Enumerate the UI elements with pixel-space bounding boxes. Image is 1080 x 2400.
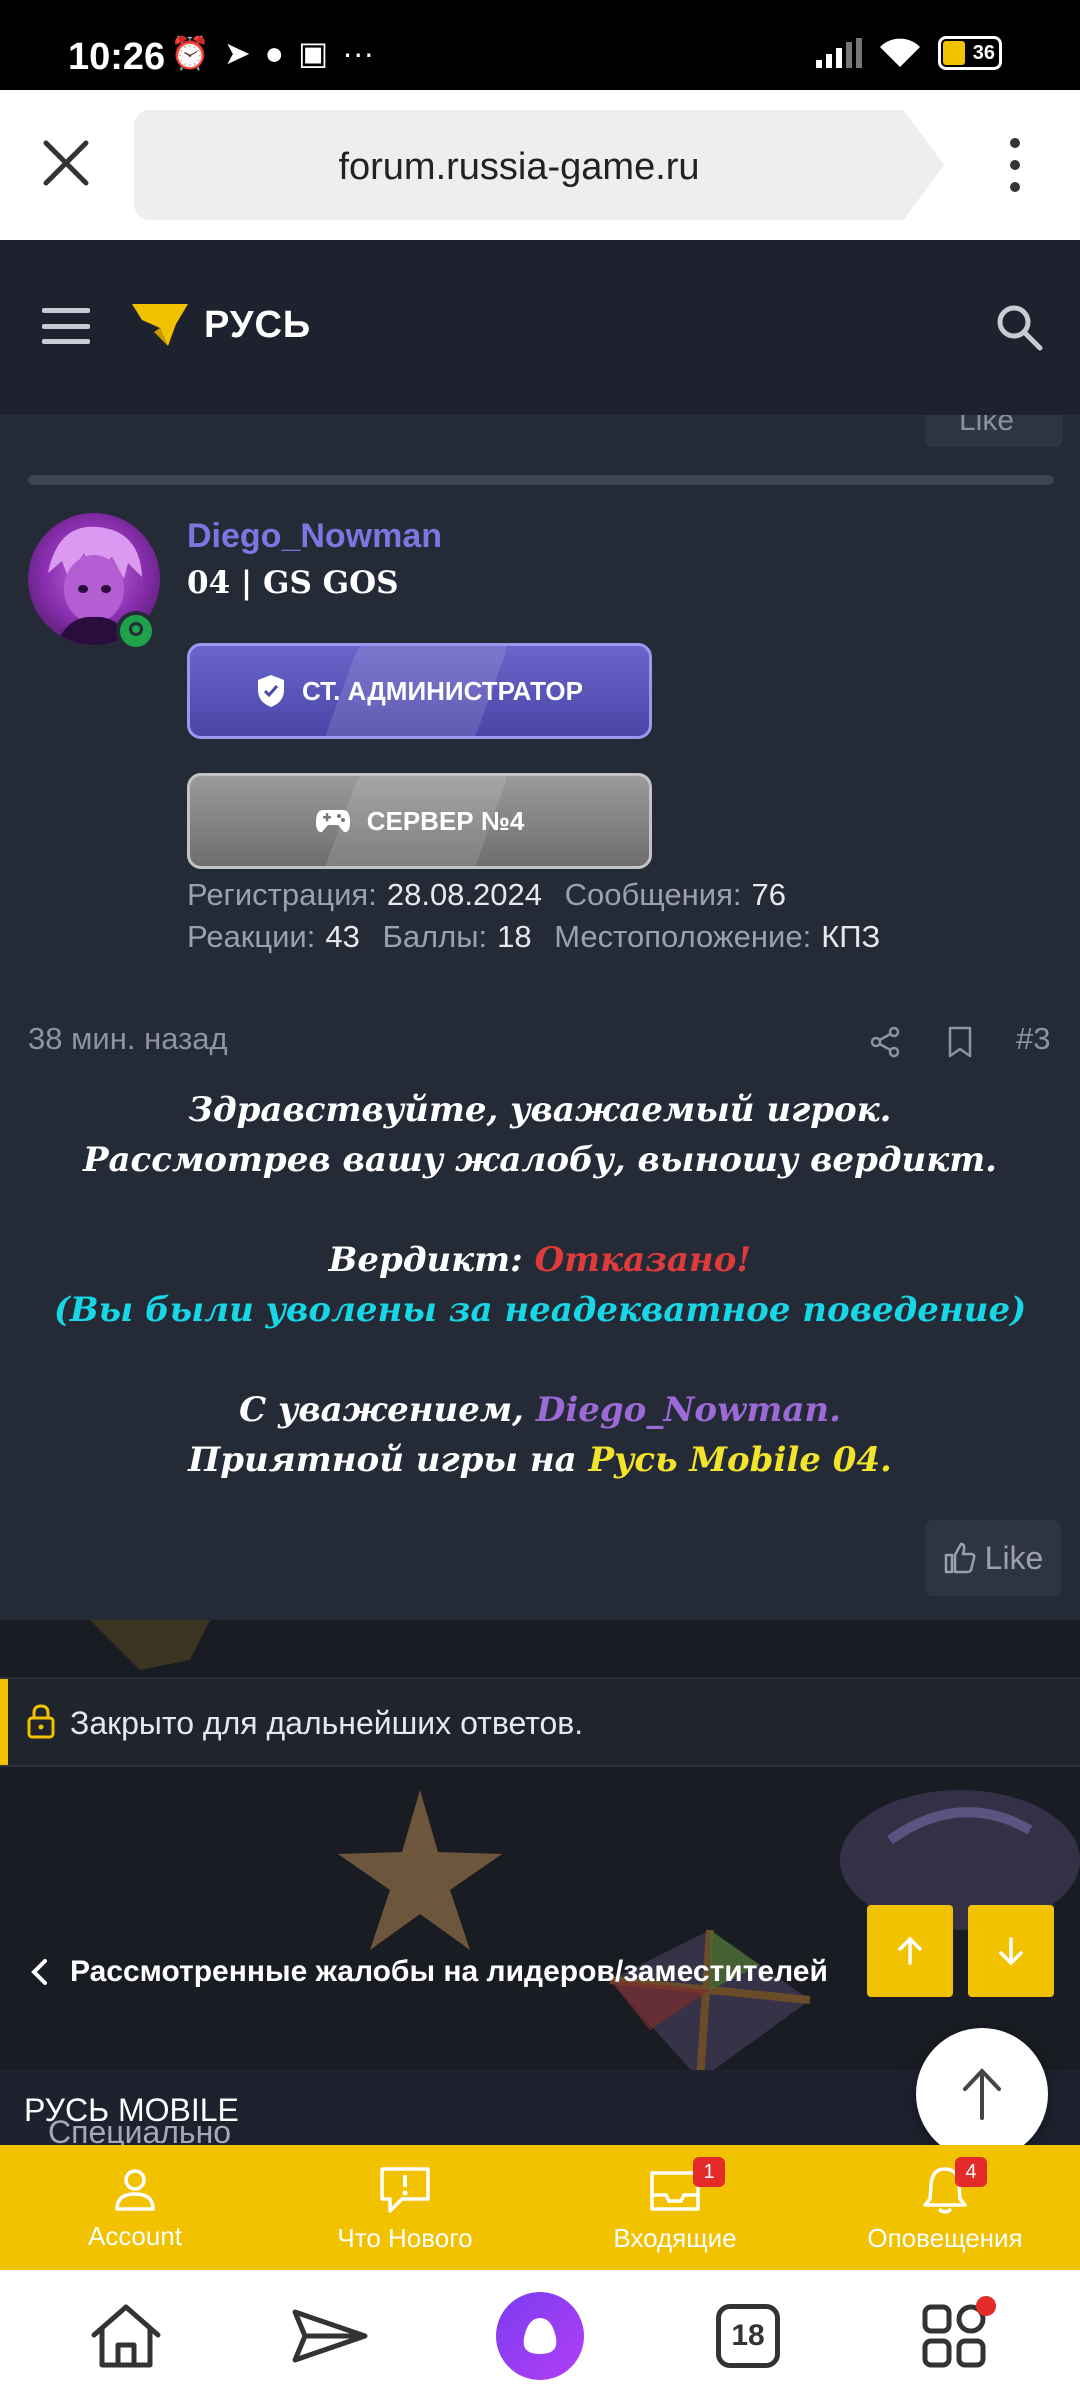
page-background: Закрыто для дальнейших ответов. Рассмотр… <box>0 1620 1080 2070</box>
post-card: Like Diego_Nowman 04 | GS GOS СТ. АДМИНИ… <box>0 415 1080 1620</box>
site-logo[interactable]: РУСЬ <box>132 302 311 348</box>
post-message: Здравствуйте, уважаемый игрок. Рассмотре… <box>30 1085 1050 1485</box>
paper-plane-icon <box>292 2309 368 2363</box>
menu-icon[interactable] <box>42 308 90 344</box>
site-header: РУСЬ <box>0 240 1080 415</box>
signal-icon <box>816 38 862 68</box>
messenger-icon: ▣ <box>297 35 329 71</box>
scroll-up-button[interactable] <box>867 1905 953 1997</box>
battery-indicator: 36 <box>938 36 1002 70</box>
user-stats-row-1: Регистрация: 28.08.2024 Сообщения: 76 <box>187 877 786 912</box>
tabs-button[interactable]: 18 <box>708 2296 788 2376</box>
send-button[interactable] <box>290 2296 370 2376</box>
forum-tab-bar: Account Что Нового 1 Входящие 4 Оповещен… <box>0 2145 1080 2270</box>
home-button[interactable] <box>86 2296 166 2376</box>
gamepad-icon <box>315 810 350 833</box>
wifi-icon <box>880 38 920 67</box>
user-title: 04 | GS GOS <box>187 565 399 601</box>
server-banner: СЕРВЕР №4 <box>187 773 652 869</box>
thread-closed-text: Закрыто для дальнейших ответов. <box>70 1705 584 1741</box>
clock: 10:26 <box>68 36 166 78</box>
browser-nav-bar: 18 <box>0 2270 1080 2400</box>
scroll-down-button[interactable] <box>968 1905 1054 1997</box>
kite-decoration <box>609 1929 811 2070</box>
previous-post-like-button[interactable]: Like <box>925 415 1063 447</box>
message-regards: С уважением, Diego_Nowman. <box>239 1390 841 1430</box>
system-icons: 36 <box>816 36 1002 70</box>
status-bar: 10:26 ⏰ ➤ ● ▣ ··· 36 <box>0 0 1080 90</box>
services-notification-dot <box>976 2296 996 2316</box>
address-bar[interactable]: forum.russia-game.ru <box>134 110 944 220</box>
role-banner: СТ. АДМИНИСТРАТОР <box>187 643 652 739</box>
tab-label: Account <box>88 2221 182 2251</box>
post-number[interactable]: #3 <box>1016 1021 1050 1057</box>
thread-closed-notice: Закрыто для дальнейших ответов. <box>0 1677 1080 1767</box>
tab-label: Оповещения <box>867 2223 1023 2253</box>
close-icon[interactable] <box>38 135 94 191</box>
more-notifications-icon: ··· <box>342 34 375 71</box>
screen: 10:26 ⏰ ➤ ● ▣ ··· 36 forum.russia-game.r… <box>0 0 1080 2400</box>
browser-toolbar: forum.russia-game.ru <box>0 90 1080 240</box>
alarm-icon: ⏰ <box>170 35 210 71</box>
footer-text: Специально для РУСЬ MOBILE <box>24 2092 239 2187</box>
share-icon[interactable] <box>868 1025 902 1059</box>
telegram-icon: ➤ <box>223 35 251 71</box>
bookmark-icon[interactable] <box>944 1025 976 1059</box>
post-divider <box>28 475 1054 485</box>
like-button[interactable]: Like <box>925 1520 1061 1596</box>
logo-text: РУСЬ <box>204 303 312 346</box>
tab-account[interactable]: Account <box>0 2145 270 2270</box>
starfish-decoration <box>338 1790 502 1950</box>
lock-icon <box>27 1704 55 1739</box>
home-icon <box>91 2304 161 2368</box>
user-icon <box>115 2169 155 2211</box>
message-intro: Рассмотрев вашу жалобу, выношу вердикт. <box>82 1140 998 1180</box>
url-text: forum.russia-game.ru <box>338 146 700 188</box>
online-status-icon <box>116 611 156 651</box>
alert-bubble-icon <box>380 2167 430 2213</box>
post-author[interactable]: Diego_Nowman <box>187 517 442 556</box>
message-reason: (Вы были уволены за неадекватное поведен… <box>53 1290 1027 1330</box>
arrow-down-icon <box>999 1937 1023 1966</box>
notifications-badge: 4 <box>955 2157 987 2187</box>
server-banner-label: СЕРВЕР №4 <box>366 805 525 836</box>
inbox-badge: 1 <box>693 2157 725 2187</box>
like-label: Like <box>984 1539 1044 1576</box>
message-greeting: Здравствуйте, уважаемый игрок. <box>188 1090 892 1130</box>
app-icon: ● <box>264 34 284 71</box>
tab-label: Входящие <box>613 2223 737 2253</box>
chevron-left-icon <box>31 1959 47 1985</box>
decorative-logo-shape <box>90 1620 210 1670</box>
role-banner-label: СТ. АДМИНИСТРАТОР <box>302 675 583 706</box>
breadcrumb[interactable]: Рассмотренные жалобы на лидеров/заместит… <box>30 1955 828 1989</box>
arrow-up-icon <box>963 2068 1001 2120</box>
tab-notifications[interactable]: 4 Оповещения <box>810 2145 1080 2270</box>
grid-icon <box>922 2304 986 2368</box>
breadcrumb-label: Рассмотренные жалобы на лидеров/заместит… <box>70 1955 828 1988</box>
tab-label: Что Нового <box>337 2223 473 2253</box>
post-timestamp[interactable]: 38 мин. назад <box>28 1021 228 1057</box>
user-stats-row-2: Реакции: 43 Баллы: 18 Местоположение: КПЗ <box>187 919 881 954</box>
tab-whats-new[interactable]: Что Нового <box>270 2145 540 2270</box>
thumbs-up-icon <box>944 1542 976 1574</box>
tabs-count: 18 <box>716 2304 780 2368</box>
logo-mark-icon <box>132 304 188 346</box>
message-enjoy: Приятной игры на Русь Mobile 04. <box>188 1440 892 1480</box>
notification-icons: ⏰ ➤ ● ▣ ··· <box>170 34 374 72</box>
tab-inbox[interactable]: 1 Входящие <box>540 2145 810 2270</box>
scroll-top-button[interactable] <box>916 2028 1048 2160</box>
browser-menu-icon[interactable] <box>1000 138 1030 192</box>
search-icon[interactable] <box>994 302 1044 352</box>
message-verdict: Вердикт: Отказано! <box>328 1240 752 1280</box>
arrow-up-icon <box>898 1936 922 1965</box>
assistant-icon <box>523 2318 557 2354</box>
shield-icon <box>258 675 285 707</box>
assistant-button[interactable] <box>496 2292 584 2380</box>
